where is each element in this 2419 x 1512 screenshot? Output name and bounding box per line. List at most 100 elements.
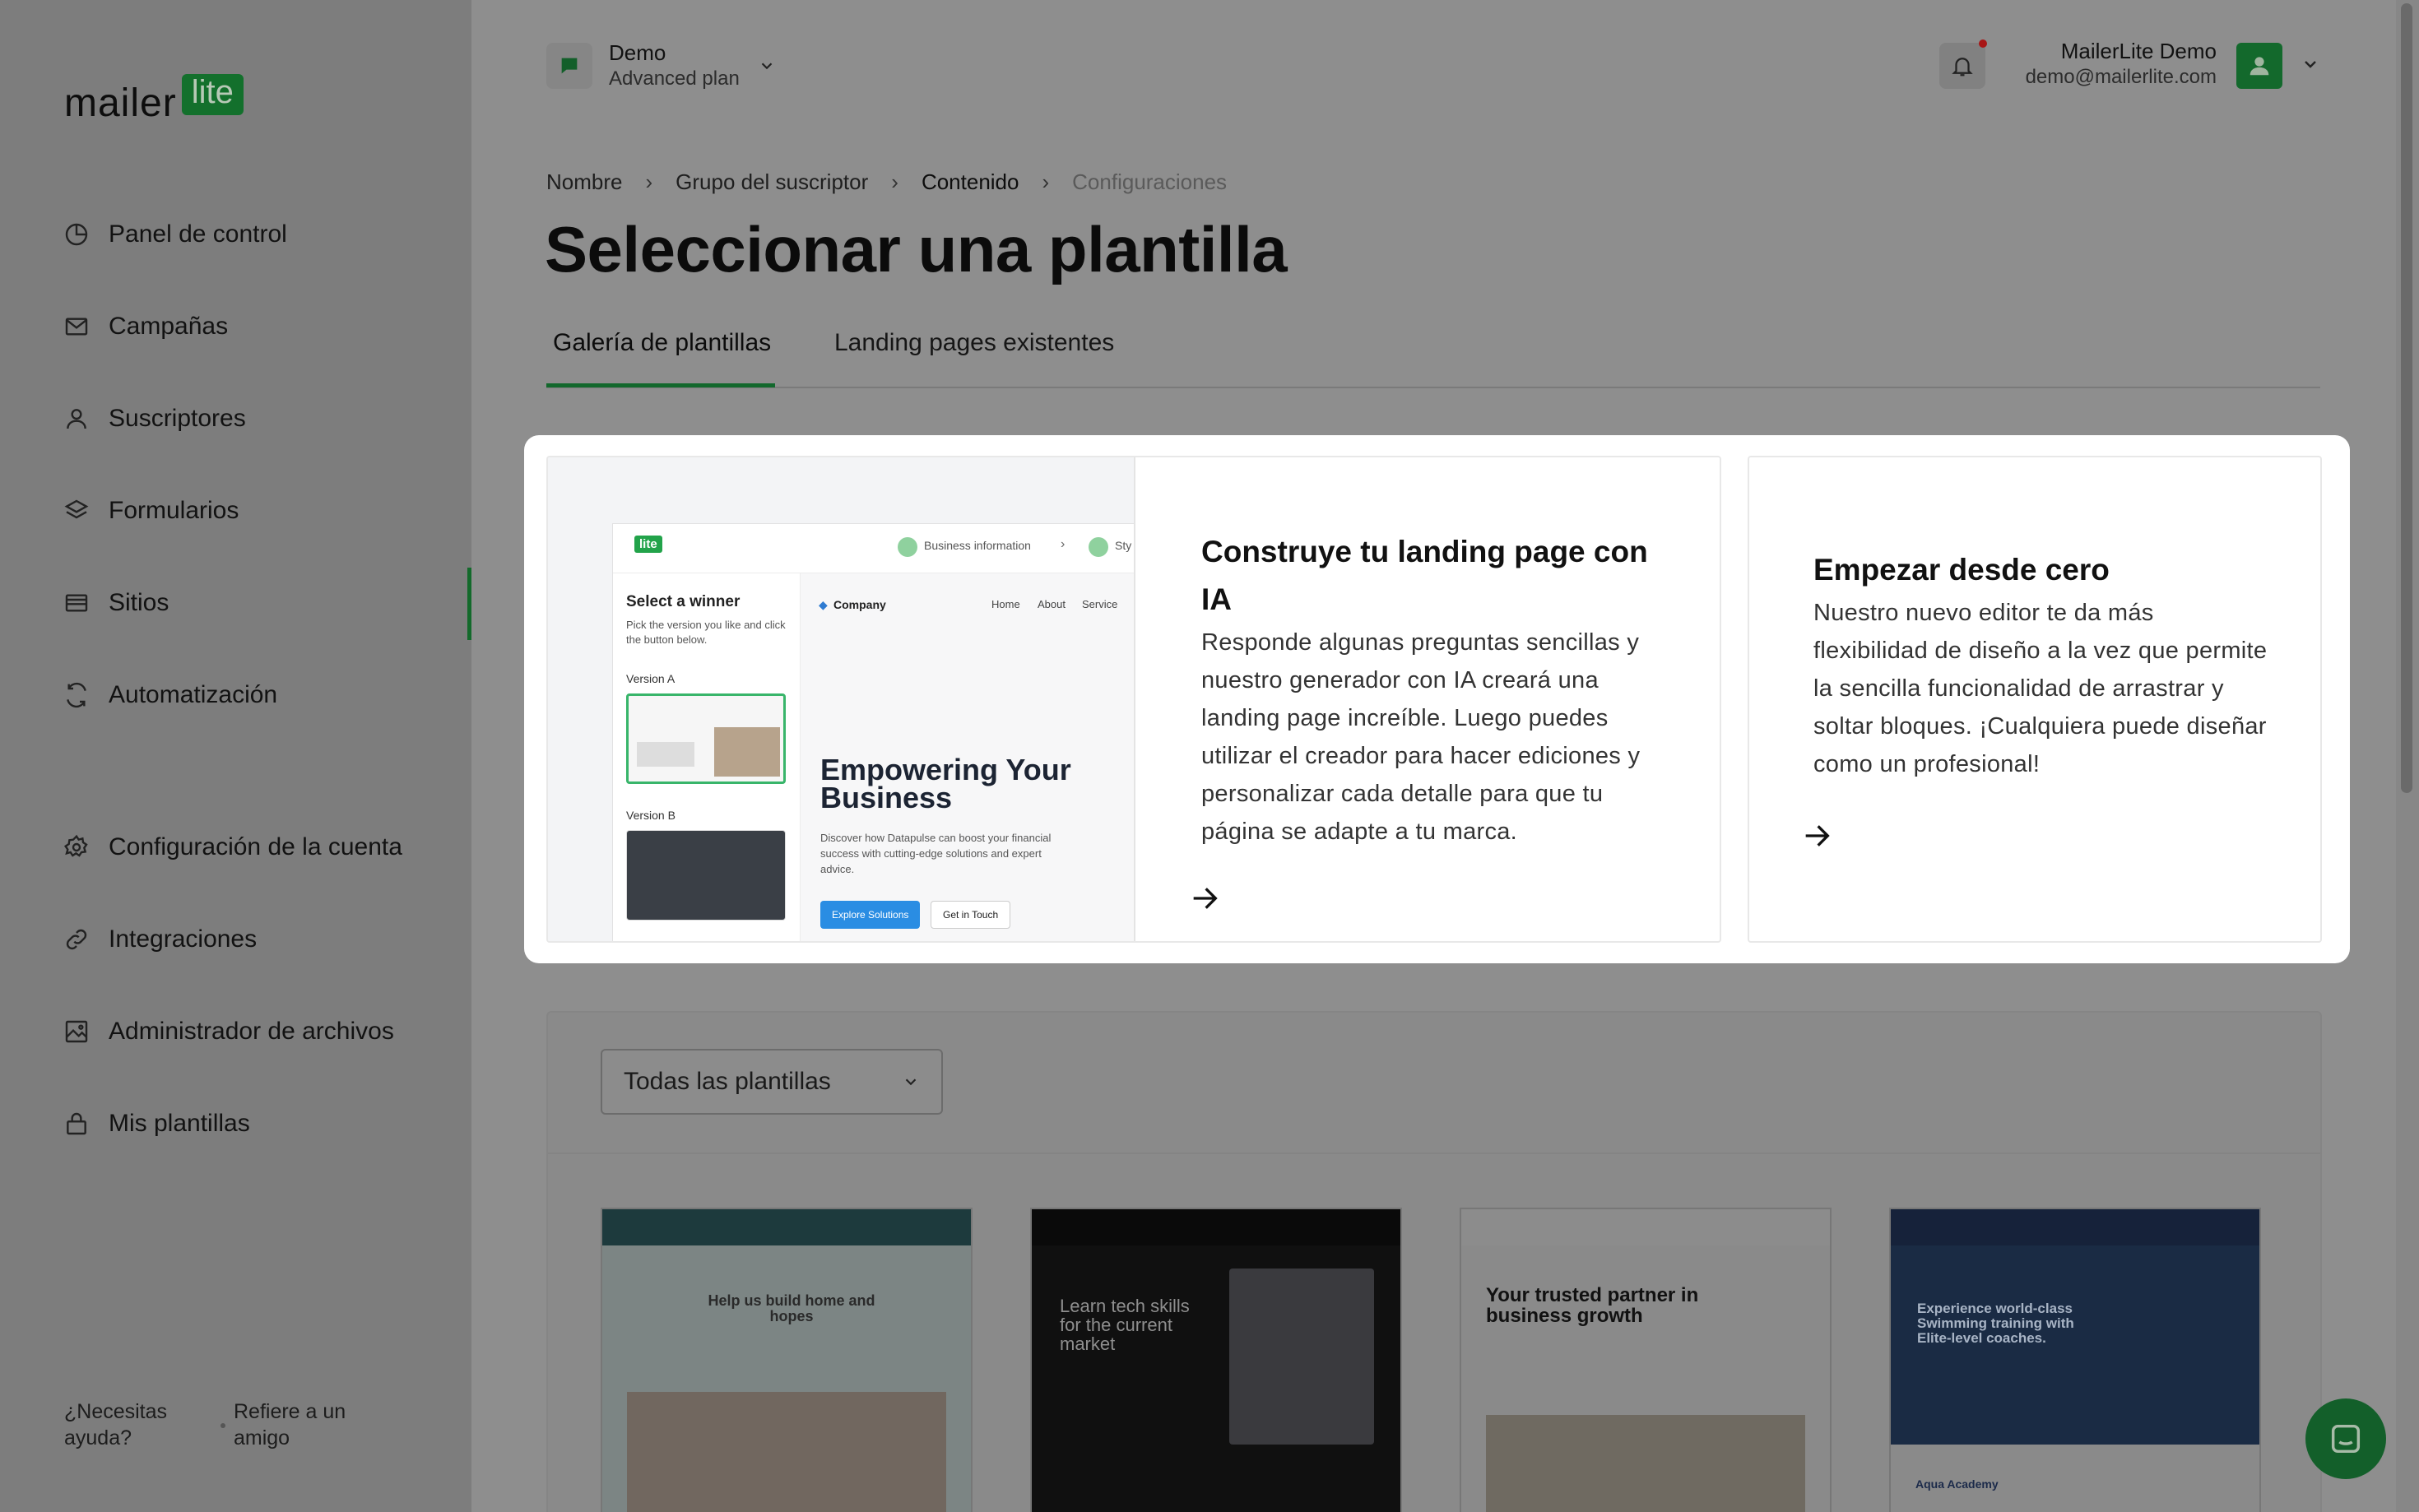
template-footer-title: Aqua Academy xyxy=(1915,1477,1999,1491)
sidebar-item-file-manager[interactable]: Administrador de archivos xyxy=(63,1007,394,1056)
chevron-right-icon: › xyxy=(645,169,653,194)
active-nav-indicator xyxy=(467,568,471,640)
sidebar-item-forms[interactable]: Formularios xyxy=(63,486,239,536)
sidebar-item-label: Administrador de archivos xyxy=(109,1018,394,1045)
sidebar-item-sites[interactable]: Sitios xyxy=(63,578,169,628)
ai-card-title: Construye tu landing page con IA xyxy=(1201,535,1648,616)
blank-card-title: Empezar desde cero xyxy=(1813,553,2110,587)
ai-builder-card[interactable]: lite Business information › Sty Select a… xyxy=(546,456,1721,943)
sidebar-item-label: Mis plantillas xyxy=(109,1110,250,1137)
sidebar-item-campaigns[interactable]: Campañas xyxy=(63,302,228,351)
check-icon xyxy=(1089,537,1108,557)
sidebar-item-automation[interactable]: Automatización xyxy=(63,670,277,720)
breadcrumb-step[interactable]: Nombre xyxy=(546,169,622,195)
gear-icon xyxy=(63,833,91,861)
preview-select-title: Select a winner xyxy=(626,593,741,610)
browser-icon xyxy=(63,589,91,617)
sidebar-item-dashboard[interactable]: Panel de control xyxy=(63,210,287,259)
template-card[interactable]: Experience world-class Swimming training… xyxy=(1889,1208,2261,1512)
mail-icon xyxy=(63,313,91,341)
user-icon xyxy=(63,405,91,433)
active-tab-indicator xyxy=(546,383,775,387)
template-image xyxy=(1486,1415,1805,1512)
chevron-down-icon xyxy=(905,1078,917,1086)
logo-text: mailer xyxy=(64,81,177,125)
template-title: Help us build home and hopes xyxy=(708,1292,875,1324)
sidebar-item-label: Formularios xyxy=(109,497,239,524)
template-card[interactable]: Learn tech skills for the current market xyxy=(1030,1208,1402,1512)
account-switcher[interactable]: Demo Advanced plan xyxy=(546,39,776,92)
layers-icon xyxy=(63,497,91,525)
chevron-down-icon[interactable] xyxy=(2301,54,2320,74)
sidebar-item-label: Campañas xyxy=(109,313,229,340)
arrow-right-icon[interactable] xyxy=(1188,882,1221,915)
sidebar-item-my-templates[interactable]: Mis plantillas xyxy=(63,1099,250,1148)
sidebar-item-label: Suscriptores xyxy=(109,405,246,432)
preview-landing: ◆ Company Home About Service Empowering … xyxy=(801,573,1134,941)
template-nav xyxy=(1891,1209,2259,1245)
image-icon xyxy=(63,1018,91,1046)
template-nav xyxy=(602,1209,971,1245)
sidebar: mailer lite Panel de control Campañas Su… xyxy=(0,0,471,1512)
user-avatar-icon xyxy=(2250,57,2269,76)
sidebar-item-label: Panel de control xyxy=(109,220,287,248)
preview-window: lite Business information › Sty Select a… xyxy=(612,523,1134,941)
notification-dot xyxy=(1979,39,1987,48)
preview-step: Business information xyxy=(924,539,1031,552)
template-card[interactable]: Help us build home and hopes xyxy=(601,1208,973,1512)
preview-nav: Home xyxy=(991,598,1020,610)
sidebar-item-account-settings[interactable]: Configuración de la cuenta xyxy=(63,823,402,872)
scrollbar-thumb[interactable] xyxy=(2401,3,2412,793)
notifications-button[interactable] xyxy=(1939,39,1987,89)
template-footer: Aqua Academy xyxy=(1891,1445,2259,1512)
template-title: Experience world-class Swimming training… xyxy=(1917,1301,2074,1346)
template-nav xyxy=(1032,1209,1400,1245)
chevron-right-icon: › xyxy=(1061,537,1066,551)
diamond-icon: ◆ xyxy=(819,598,828,611)
user-email: demo@mailerlite.com xyxy=(2025,66,2217,88)
lock-icon xyxy=(63,1110,91,1138)
breadcrumb-step: Configuraciones xyxy=(1072,169,1228,194)
sidebar-item-subscribers[interactable]: Suscriptores xyxy=(63,394,246,443)
preview-version-a-thumb xyxy=(626,693,786,784)
template-title: Your trusted partner in business growth xyxy=(1486,1284,1699,1328)
user-menu[interactable]: MailerLite Demo demo@mailerlite.com xyxy=(2026,38,2217,90)
chevron-down-icon xyxy=(761,63,773,70)
blank-card-description: Nuestro nuevo editor te da más flexibili… xyxy=(1813,600,2268,777)
chat-icon xyxy=(2331,1424,2361,1454)
sidebar-footer: ¿Necesitas ayuda? Refiere a un amigo xyxy=(64,1398,374,1451)
template-filter-value: Todas las plantillas xyxy=(624,1068,831,1095)
preview-lite-badge: lite xyxy=(634,536,662,553)
template-card[interactable]: Your trusted partner in business growth xyxy=(1460,1208,1832,1512)
refer-link[interactable]: Refiere a un amigo xyxy=(234,1398,374,1451)
ai-builder-preview: lite Business information › Sty Select a… xyxy=(548,457,1135,941)
account-name: Demo xyxy=(609,40,666,65)
tab-template-gallery[interactable]: Galería de plantillas xyxy=(553,329,771,357)
preview-company: Company xyxy=(833,598,886,611)
avatar[interactable] xyxy=(2236,43,2282,89)
template-filter-select[interactable]: Todas las plantillas xyxy=(601,1049,943,1115)
start-from-scratch-card[interactable]: Empezar desde cero Nuestro nuevo editor … xyxy=(1748,456,2322,943)
sidebar-item-label: Automatización xyxy=(109,681,278,708)
preview-version-panel: Select a winner Pick the version you lik… xyxy=(613,573,801,941)
page-title: Seleccionar una plantilla xyxy=(545,213,1288,285)
breadcrumb-step[interactable]: Grupo del suscriptor xyxy=(676,169,868,195)
preview-version-b: Version B xyxy=(626,809,676,822)
sidebar-item-integrations[interactable]: Integraciones xyxy=(63,915,257,964)
template-image xyxy=(1229,1269,1374,1445)
breadcrumb: Nombre › Grupo del suscriptor › Contenid… xyxy=(546,169,1227,195)
logo-badge: lite xyxy=(181,74,244,115)
tab-existing-landing-pages[interactable]: Landing pages existentes xyxy=(834,329,1114,357)
ai-card-description: Responde algunas preguntas sencillas y n… xyxy=(1201,629,1641,845)
preview-topbar: lite Business information › Sty xyxy=(613,524,1134,573)
mailerlite-logo[interactable]: mailer lite xyxy=(64,66,244,123)
preview-hero-title: Empowering Your Business xyxy=(820,753,1071,814)
arrow-right-icon[interactable] xyxy=(1800,819,1833,852)
sidebar-item-label: Integraciones xyxy=(109,925,258,953)
help-link[interactable]: ¿Necesitas ayuda? xyxy=(64,1398,221,1451)
chat-support-button[interactable] xyxy=(2305,1398,2386,1479)
preview-nav: About xyxy=(1038,598,1066,610)
link-icon xyxy=(63,925,91,953)
bell-icon xyxy=(1952,58,1973,77)
tab-bar: Galería de plantillas Landing pages exis… xyxy=(546,321,2320,388)
